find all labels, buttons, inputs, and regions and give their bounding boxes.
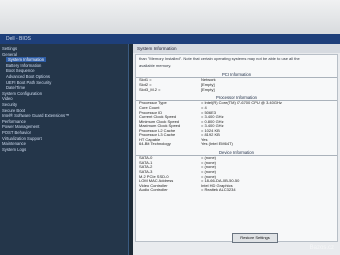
sidebar-item-label: System Logs xyxy=(2,146,27,152)
memory-warning-line2: available memory. xyxy=(139,63,172,68)
sidebar-item-label: Power Management xyxy=(2,124,40,130)
sidebar-item-label: Date/Time xyxy=(6,85,26,91)
pci-rows: Slot1 = Network Slot2 = [Empty] Slot3_M.2 =[… xyxy=(136,78,337,92)
sidebar-item-label: POST Behavior xyxy=(2,129,32,135)
processor-rows: Processor Type = Intel(R) Core(TM) i7-670… xyxy=(136,101,337,146)
sidebar-item-label: Performance xyxy=(2,118,26,124)
sidebar-item-label: Intel® Software Guard Extensions™ xyxy=(2,113,70,119)
sidebar-item-label: System Configuration xyxy=(2,90,43,96)
sidebar-item-label: UEFI Boot Path Security xyxy=(6,79,52,85)
info-value: = Intel(R) Core(TM) i7-6700 CPU @ 3.40GH… xyxy=(201,100,282,106)
sidebar-item-label: Virtualization Support xyxy=(2,135,42,141)
info-panel[interactable]: than "Memory Installed". Note that certa… xyxy=(135,54,338,242)
sidebar-item-label: Advanced Boot Options xyxy=(6,73,50,79)
info-value: [Empty] xyxy=(201,86,215,92)
info-row: Audio Controller = Realtek ALC3234 xyxy=(136,188,337,193)
info-row: 64-Bit Technology Yes (Intel EM64T) xyxy=(136,142,337,147)
page-title: System Information xyxy=(133,44,340,53)
info-value: Yes (Intel EM64T) xyxy=(201,141,233,147)
info-value: = Realtek ALC3234 xyxy=(201,187,236,193)
info-key: Audio Controller xyxy=(139,187,168,193)
device-rows: SATA-0 = (none) SATA-1 = (none) SATA-2 = (non… xyxy=(136,156,337,192)
sidebar-item-label: Battery Information xyxy=(6,62,42,68)
sidebar-item-label: Security xyxy=(2,101,18,107)
info-row: Slot3_M.2 = [Empty] xyxy=(136,86,337,93)
sidebar-item-label: System Information xyxy=(6,57,47,63)
info-key: Slot3_M.2 = xyxy=(139,86,161,92)
sidebar-item-label: General xyxy=(2,51,17,57)
sidebar-item[interactable]: System Logs xyxy=(0,147,128,153)
monitor-bezel xyxy=(0,0,340,34)
memory-warning-line1: than "Memory Installed". Note that certa… xyxy=(139,56,300,61)
sidebar-item-label: Boot Sequence xyxy=(6,68,35,74)
main-panel: System Information than "Memory Installe… xyxy=(133,44,340,255)
sidebar-item-label: Settings xyxy=(2,46,18,51)
sidebar-item-label: Maintenance xyxy=(2,141,26,147)
window-title: Dell - BIOS xyxy=(0,34,340,44)
restore-settings-button[interactable]: Restore Settings xyxy=(232,233,278,243)
sidebar-item-label: Video xyxy=(2,96,13,102)
info-key: 64-Bit Technology xyxy=(139,141,171,147)
watermark-text: Bazos.cz xyxy=(309,245,334,251)
settings-tree: Settings General System Information Battery… xyxy=(0,44,129,255)
bios-screen: Dell - BIOS Settings General System Inform… xyxy=(0,34,340,255)
sidebar-item-label: Secure Boot xyxy=(2,107,26,113)
nav-list: Settings General System Information Battery… xyxy=(0,46,128,152)
